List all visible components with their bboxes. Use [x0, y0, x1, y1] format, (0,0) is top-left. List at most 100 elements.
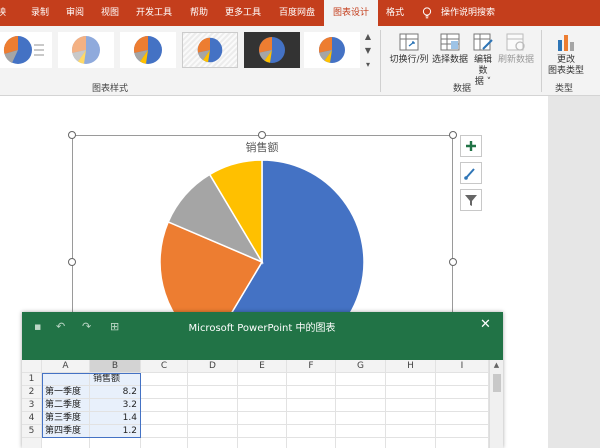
column-header-c[interactable]: C [141, 360, 188, 373]
tab-slideshow[interactable]: 映 [0, 0, 6, 26]
table-cell[interactable] [436, 412, 489, 425]
vertical-scrollbar[interactable]: ▲ [489, 360, 503, 448]
table-cell[interactable] [336, 386, 386, 399]
table-cell[interactable] [188, 412, 238, 425]
column-header-i[interactable]: I [436, 360, 489, 373]
category-cell[interactable]: 第一季度 [42, 386, 90, 399]
row-header[interactable]: 1 [22, 373, 42, 386]
table-cell[interactable] [436, 438, 489, 448]
table-cell[interactable] [287, 425, 336, 438]
category-cell[interactable]: 第四季度 [42, 425, 90, 438]
value-cell[interactable]: 1.4 [90, 412, 141, 425]
tab-format[interactable]: 格式 [386, 0, 404, 26]
value-cell[interactable]: 3.2 [90, 399, 141, 412]
table-cell[interactable] [141, 399, 188, 412]
table-cell[interactable] [386, 425, 436, 438]
tab-record[interactable]: 录制 [31, 0, 49, 26]
table-cell[interactable] [238, 399, 287, 412]
table-cell[interactable] [141, 425, 188, 438]
table-cell[interactable] [336, 412, 386, 425]
table-cell[interactable] [336, 373, 386, 386]
resize-handle[interactable] [68, 131, 76, 139]
chart-style-thumbnail-2[interactable] [58, 32, 114, 68]
table-cell[interactable] [436, 425, 489, 438]
table-cell[interactable] [238, 373, 287, 386]
table-cell[interactable] [188, 373, 238, 386]
chart-elements-button[interactable] [460, 135, 482, 157]
chart-style-thumbnail-1[interactable] [0, 32, 52, 68]
chart-style-thumbnail-5[interactable] [244, 32, 300, 68]
table-cell[interactable] [386, 373, 436, 386]
resize-handle[interactable] [68, 258, 76, 266]
chart-filters-button[interactable] [460, 189, 482, 211]
table-cell[interactable] [141, 386, 188, 399]
category-cell[interactable]: 第二季度 [42, 399, 90, 412]
tab-chart-design[interactable]: 图表设计 [324, 0, 379, 26]
change-chart-type-button[interactable]: 更改 图表类型 [545, 32, 587, 77]
resize-handle[interactable] [449, 131, 457, 139]
chevron-up-icon[interactable]: ▲ [490, 360, 503, 370]
tell-me-search[interactable]: 操作说明搜索 [441, 0, 495, 26]
chart-style-thumbnail-4[interactable] [182, 32, 238, 68]
chart-style-thumbnail-6[interactable] [304, 32, 360, 68]
column-header-h[interactable]: H [386, 360, 436, 373]
value-cell[interactable]: 1.2 [90, 425, 141, 438]
table-cell[interactable] [238, 412, 287, 425]
select-all-corner[interactable] [22, 360, 42, 373]
table-cell[interactable] [141, 373, 188, 386]
tab-help[interactable]: 帮助 [190, 0, 208, 26]
chart-styles-button[interactable] [460, 162, 482, 184]
close-icon[interactable]: ✕ [480, 317, 491, 332]
tab-view[interactable]: 视图 [101, 0, 119, 26]
table-cell[interactable] [287, 438, 336, 448]
table-cell[interactable] [386, 386, 436, 399]
gallery-more-icon[interactable]: ▾ [362, 58, 374, 72]
scrollbar-thumb[interactable] [493, 374, 501, 392]
undo-icon[interactable]: ↶ [56, 320, 65, 333]
value-cell[interactable]: 8.2 [90, 386, 141, 399]
tab-baidu-netdisk[interactable]: 百度网盘 [279, 0, 315, 26]
table-cell[interactable] [287, 399, 336, 412]
table-cell[interactable] [336, 438, 386, 448]
column-header-a[interactable]: A [42, 360, 90, 373]
row-header[interactable]: 4 [22, 412, 42, 425]
table-cell[interactable] [141, 412, 188, 425]
row-header[interactable]: 5 [22, 425, 42, 438]
table-cell[interactable] [336, 425, 386, 438]
edit-in-excel-icon[interactable]: ⊞ [110, 320, 119, 333]
column-header-b[interactable]: B [90, 360, 141, 373]
redo-icon[interactable]: ↷ [82, 320, 91, 333]
table-cell[interactable] [238, 386, 287, 399]
spreadsheet-grid[interactable]: A B C D E F G H I 1 销售额 2 第一季度 8.2 3 第二季度 3.2 4 第三季度 1.4 5 第四… [22, 360, 489, 448]
row-header[interactable]: 3 [22, 399, 42, 412]
table-cell[interactable] [287, 386, 336, 399]
table-cell[interactable] [287, 412, 336, 425]
row-header[interactable] [22, 438, 42, 448]
table-cell[interactable] [436, 399, 489, 412]
table-cell[interactable] [238, 438, 287, 448]
table-cell[interactable] [386, 438, 436, 448]
save-icon[interactable]: ▪ [34, 320, 41, 333]
chevron-down-icon[interactable]: ▼ [362, 44, 374, 58]
series-header-cell[interactable]: 销售额 [90, 373, 141, 386]
table-cell[interactable] [188, 399, 238, 412]
table-cell[interactable] [188, 438, 238, 448]
table-cell[interactable] [42, 438, 90, 448]
category-cell[interactable] [42, 373, 90, 386]
resize-handle[interactable] [449, 258, 457, 266]
chart-style-thumbnail-3[interactable] [120, 32, 176, 68]
tab-more-tools[interactable]: 更多工具 [225, 0, 261, 26]
category-cell[interactable]: 第三季度 [42, 412, 90, 425]
table-cell[interactable] [386, 399, 436, 412]
select-data-button[interactable]: 选择数据 [432, 32, 468, 66]
table-cell[interactable] [436, 386, 489, 399]
column-header-f[interactable]: F [287, 360, 336, 373]
tab-developer[interactable]: 开发工具 [136, 0, 172, 26]
chevron-up-icon[interactable]: ▲ [362, 30, 374, 44]
table-cell[interactable] [336, 399, 386, 412]
switch-row-column-button[interactable]: 切换行/列 [386, 32, 432, 66]
resize-handle[interactable] [258, 131, 266, 139]
table-cell[interactable] [386, 412, 436, 425]
table-cell[interactable] [141, 438, 188, 448]
tab-review[interactable]: 审阅 [66, 0, 84, 26]
